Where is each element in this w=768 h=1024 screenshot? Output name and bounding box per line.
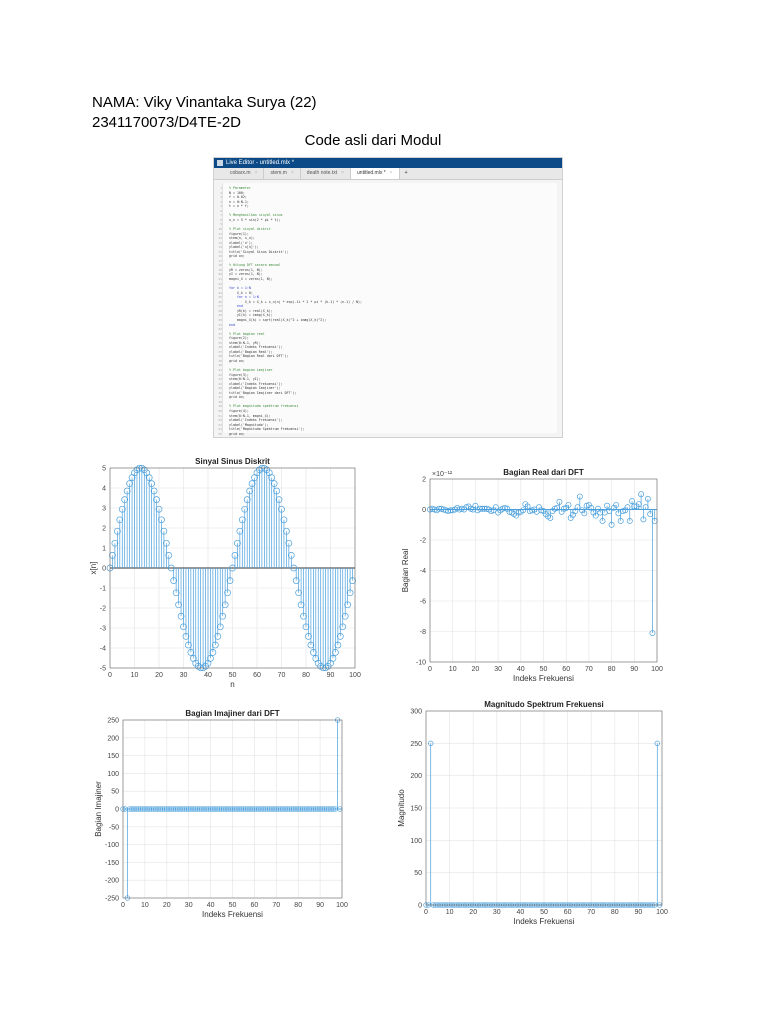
y-tick-label: 100: [107, 771, 119, 778]
y-tick-label: -200: [105, 878, 119, 885]
x-tick-label: 80: [294, 902, 302, 909]
y-tick-label: 50: [111, 789, 119, 796]
y-tick-label: 3: [102, 506, 106, 513]
y-tick-label: -2: [420, 538, 426, 545]
x-tick-label: 70: [587, 909, 595, 916]
x-tick-label: 10: [131, 672, 139, 679]
x-tick-label: 90: [630, 666, 638, 673]
y-tick-label: 1: [102, 546, 106, 553]
x-tick-label: 90: [635, 909, 643, 916]
x-tick-label: 70: [278, 672, 286, 679]
y-tick-label: 2: [102, 526, 106, 533]
x-tick-label: 100: [656, 909, 668, 916]
x-axis-label: Indeks Frekuensi: [202, 910, 263, 919]
x-tick-label: 50: [229, 672, 237, 679]
y-tick-label: 0: [102, 566, 106, 573]
figure-plots: 0 10 20 30 40 50 60 70 80 90 100-5-4-3-2-1012345Si…: [89, 457, 668, 926]
y-tick-label: 250: [410, 741, 422, 748]
x-tick-label: 80: [302, 672, 310, 679]
x-tick-label: 50: [229, 902, 237, 909]
y-tick-label: -150: [105, 860, 119, 867]
x-tick-label: 0: [108, 672, 112, 679]
y-tick-label: 5: [102, 466, 106, 473]
x-tick-label: 40: [204, 672, 212, 679]
x-axis-label: n: [230, 680, 234, 689]
x-tick-label: 40: [517, 909, 525, 916]
exponent-label: ×10⁻¹²: [432, 471, 453, 478]
x-tick-label: 0: [121, 902, 125, 909]
y-axis-label: Bagian Real: [401, 548, 410, 592]
x-tick-label: 40: [517, 666, 525, 673]
chart-4: 0 10 20 30 40 50 60 70 80 90 100 0 50 100 150 200 250 300…: [397, 700, 668, 926]
x-tick-label: 60: [251, 902, 259, 909]
x-tick-label: 20: [163, 902, 171, 909]
y-tick-label: 150: [410, 806, 422, 813]
x-tick-label: 70: [272, 902, 280, 909]
x-tick-label: 100: [651, 666, 663, 673]
y-tick-label: -100: [105, 842, 119, 849]
y-axis-label: Bagian Imajiner: [94, 781, 103, 837]
chart-3: 0 10 20 30 40 50 60 70 80 90 100 -250 -200 -150 -100 -5…: [94, 709, 348, 919]
y-tick-label: -250: [105, 896, 119, 903]
y-tick-label: -6: [420, 599, 426, 606]
y-tick-label: -50: [109, 824, 119, 831]
x-tick-label: 50: [540, 909, 548, 916]
chart-title: Sinyal Sinus Diskrit: [195, 457, 270, 466]
chart-title: Bagian Imajiner dari DFT: [185, 709, 279, 718]
y-tick-label: 0: [115, 807, 119, 814]
y-tick-label: 0: [422, 507, 426, 514]
chart-2: 0 10 20 30 40 50 60 70 80 90 100 -10 -8 -6 -4 -2 0 2 Bagia…: [401, 468, 663, 683]
y-tick-label: 300: [410, 709, 422, 716]
x-tick-label: 60: [253, 672, 261, 679]
y-tick-label: -1: [100, 586, 106, 593]
x-tick-label: 10: [446, 909, 454, 916]
y-tick-label: 200: [410, 773, 422, 780]
x-tick-label: 60: [564, 909, 572, 916]
y-tick-label: -3: [100, 626, 106, 633]
x-axis-label: Indeks Frekuensi: [513, 674, 574, 683]
x-tick-label: 20: [469, 909, 477, 916]
x-tick-label: 80: [608, 666, 616, 673]
x-tick-label: 0: [428, 666, 432, 673]
x-tick-label: 70: [585, 666, 593, 673]
x-tick-label: 40: [207, 902, 215, 909]
y-tick-label: 200: [107, 735, 119, 742]
y-tick-label: 2: [422, 477, 426, 484]
y-tick-label: 50: [414, 870, 422, 877]
x-tick-label: 60: [562, 666, 570, 673]
x-tick-label: 30: [180, 672, 188, 679]
y-tick-label: 250: [107, 718, 119, 725]
x-tick-label: 30: [493, 909, 501, 916]
x-tick-label: 0: [424, 909, 428, 916]
y-axis-label: x[n]: [89, 562, 98, 575]
y-tick-label: -4: [100, 646, 106, 653]
y-tick-label: -8: [420, 629, 426, 636]
x-tick-label: 10: [449, 666, 457, 673]
y-axis-label: Magnitudo: [397, 789, 406, 827]
chart-1: 0 10 20 30 40 50 60 70 80 90 100 -5 -4 -3 -2 -1 0 1 2 3 4 5 Si…: [89, 457, 361, 689]
y-tick-label: 4: [102, 486, 106, 493]
y-tick-label: -2: [100, 606, 106, 613]
x-tick-label: 30: [185, 902, 193, 909]
x-tick-label: 100: [336, 902, 348, 909]
x-tick-label: 30: [494, 666, 502, 673]
x-tick-label: 80: [611, 909, 619, 916]
y-tick-label: -4: [420, 568, 426, 575]
x-tick-label: 90: [327, 672, 335, 679]
x-tick-label: 90: [316, 902, 324, 909]
y-tick-label: -5: [100, 666, 106, 673]
x-axis-label: Indeks Frekuensi: [514, 917, 575, 926]
x-tick-label: 10: [141, 902, 149, 909]
x-tick-label: 20: [472, 666, 480, 673]
x-tick-label: 100: [349, 672, 361, 679]
y-tick-label: 150: [107, 753, 119, 760]
chart-title: Bagian Real dari DFT: [503, 468, 584, 477]
y-tick-label: 100: [410, 838, 422, 845]
x-tick-label: 20: [155, 672, 163, 679]
y-tick-label: -10: [416, 660, 426, 667]
x-tick-label: 50: [540, 666, 548, 673]
chart-title: Magnitudo Spektrum Frekuensi: [484, 700, 604, 709]
y-tick-label: 0: [418, 903, 422, 910]
